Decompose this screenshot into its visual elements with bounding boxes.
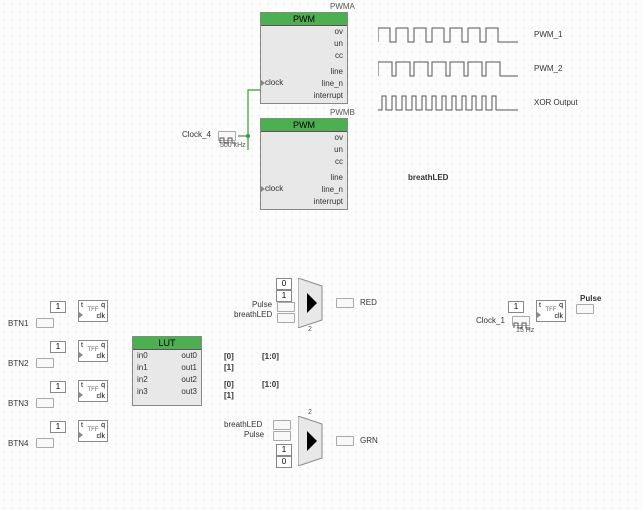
lut-in1: in1 [133, 362, 167, 374]
mux-red-const1[interactable]: 1 [276, 290, 292, 302]
waveform-pwm2 [378, 58, 518, 80]
xor-output-label: breathLED [408, 173, 448, 182]
const-1-btn2[interactable]: 1 [50, 341, 66, 353]
lut-in3: in3 [133, 386, 167, 398]
red-label: RED [360, 298, 377, 307]
pwma-block[interactable]: PWM ov un cc line line_n interrupt clock [260, 12, 348, 104]
red-output-port[interactable] [336, 298, 354, 308]
breath-net-marker-red [277, 313, 295, 323]
btn3-port[interactable] [36, 398, 54, 408]
bus-bot-0: [0] [224, 380, 234, 389]
btn4-port[interactable] [36, 438, 54, 448]
lut-out3: out3 [167, 386, 201, 398]
pulse-net-marker [576, 304, 594, 314]
pwmb-header: PWMB [330, 108, 355, 117]
grn-output-port[interactable] [336, 436, 354, 446]
lut-out0: out0 [167, 350, 201, 362]
mux-grn-sel-width: 2 [308, 409, 312, 416]
pwmb-title: PWM [261, 119, 347, 132]
mux-grn-in-breath: breathLED [224, 420, 262, 429]
tff-btn3[interactable]: t q TFF clk [78, 380, 108, 402]
pwma-port-int: interrupt [261, 90, 347, 102]
btn4-label: BTN4 [8, 439, 28, 448]
mux-grn[interactable] [298, 416, 332, 471]
pwmb-port-ov: ov [261, 132, 347, 144]
bus-bot-1: [1] [224, 391, 234, 400]
pwmb-port-int: interrupt [261, 196, 347, 208]
btn2-port[interactable] [36, 358, 54, 368]
tff-btn2[interactable]: t q TFF clk [78, 340, 108, 362]
clock1-label: Clock_1 [476, 316, 505, 325]
tff-pulse[interactable]: t q TFF clk [536, 300, 566, 322]
mux-grn-const0[interactable]: 0 [276, 456, 292, 468]
mux-grn-in-pulse: Pulse [244, 430, 264, 439]
mux-red[interactable] [298, 278, 332, 333]
waveform-pwm1 [378, 24, 518, 46]
lut-in2: in2 [133, 374, 167, 386]
const-1-btn1[interactable]: 1 [50, 301, 66, 313]
pwmb-block[interactable]: PWM ov un cc line line_n interrupt clock [260, 118, 348, 210]
const-1-btn3[interactable]: 1 [50, 381, 66, 393]
pwmb-port-un: un [261, 144, 347, 156]
mux-red-in-pulse: Pulse [252, 300, 272, 309]
clock4-freq: 500 kHz [220, 142, 246, 149]
pwma-port-cc: cc [261, 50, 347, 62]
bus-range-bot: [1:0] [262, 380, 279, 389]
pwma-port-ov: ov [261, 26, 347, 38]
wave-label-xor: XOR Output [534, 98, 578, 107]
mux-red-sel-width: 2 [308, 326, 312, 333]
grn-label: GRN [360, 436, 378, 445]
pulse-net-marker-red [277, 302, 295, 312]
pwma-header: PWMA [330, 2, 355, 11]
bus-top-0: [0] [224, 352, 234, 361]
mux-red-const0[interactable]: 0 [276, 278, 292, 290]
tff-btn4[interactable]: t q TFF clk [78, 420, 108, 442]
wave-label-pwm1: PWM_1 [534, 30, 562, 39]
pulse-label: Pulse [580, 294, 601, 303]
btn1-label: BTN1 [8, 319, 28, 328]
bus-top-1: [1] [224, 363, 234, 372]
btn2-label: BTN2 [8, 359, 28, 368]
pwma-port-un: un [261, 38, 347, 50]
tff-btn1[interactable]: t q TFF clk [78, 300, 108, 322]
clock1-freq: 15 Hz [516, 327, 534, 334]
const-1-pulse[interactable]: 1 [508, 301, 524, 313]
lut-in0: in0 [133, 350, 167, 362]
clock4-symbol[interactable] [218, 131, 236, 141]
const-1-btn4[interactable]: 1 [50, 421, 66, 433]
mux-red-in-breath: breathLED [234, 310, 272, 319]
pulse-net-marker-grn [273, 431, 291, 441]
breath-net-marker-grn [273, 420, 291, 430]
btn3-label: BTN3 [8, 399, 28, 408]
btn1-port[interactable] [36, 318, 54, 328]
wave-label-pwm2: PWM_2 [534, 64, 562, 73]
lut-title: LUT [133, 337, 201, 350]
waveform-xor [378, 92, 518, 114]
pwmb-port-cc: cc [261, 156, 347, 168]
lut-out2: out2 [167, 374, 201, 386]
lut-block[interactable]: LUT in0 in1 in2 in3 out0 out1 out2 out3 [132, 336, 202, 406]
lut-out1: out1 [167, 362, 201, 374]
pwma-title: PWM [261, 13, 347, 26]
mux-grn-const1[interactable]: 1 [276, 444, 292, 456]
bus-range-top: [1:0] [262, 352, 279, 361]
clock1-symbol[interactable] [512, 316, 530, 326]
clock4-label: Clock_4 [182, 130, 211, 139]
